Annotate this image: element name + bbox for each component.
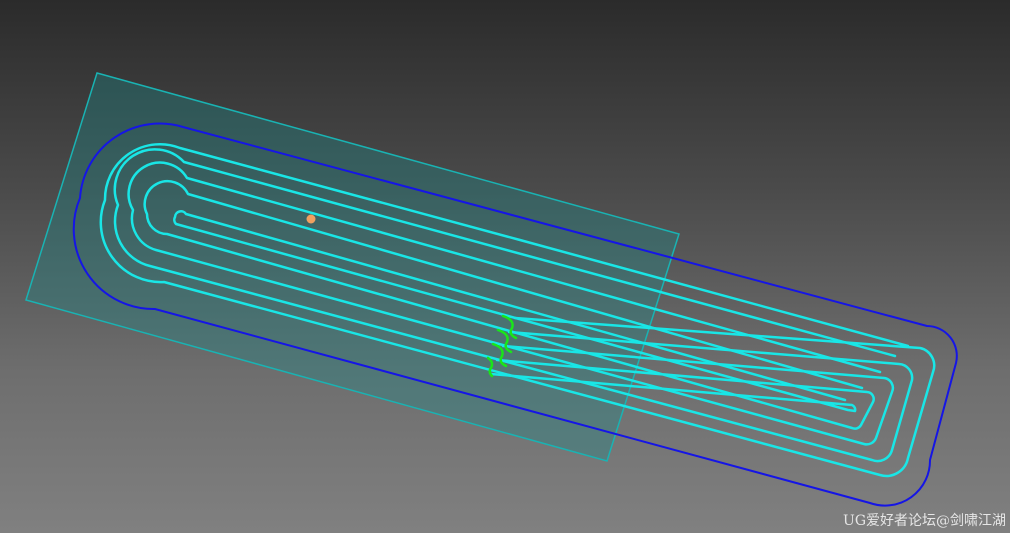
cam-toolpath-scene[interactable] bbox=[0, 0, 1010, 533]
graphics-viewport[interactable]: UG爱好者论坛@剑啸江湖 bbox=[0, 0, 1010, 533]
watermark: UG爱好者论坛@剑啸江湖 bbox=[843, 513, 1006, 529]
start-point-marker[interactable] bbox=[306, 214, 316, 224]
